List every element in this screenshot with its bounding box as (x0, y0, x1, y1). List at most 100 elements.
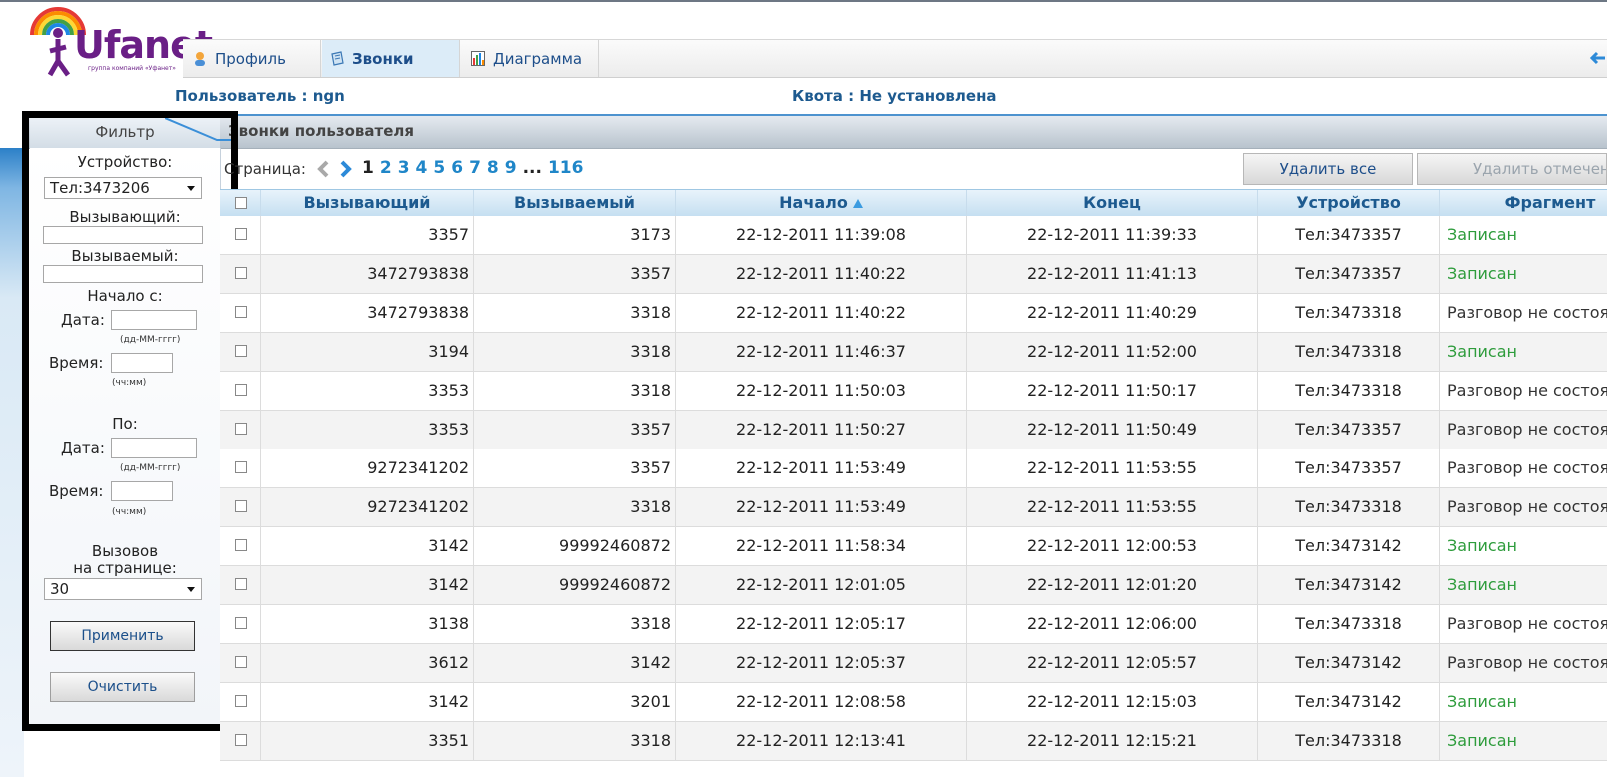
row-checkbox[interactable] (235, 383, 247, 396)
tab-calls-label: Звонки (352, 49, 414, 68)
cell-caller: 3472793838 (261, 293, 474, 332)
table-row[interactable]: 3142 99992460872 22-12-2011 12:01:05 22-12-… (220, 566, 1607, 606)
table-row[interactable]: 3194 3318 22-12-2011 11:46:37 22-12-2011 11… (220, 332, 1607, 372)
cell-fragment[interactable]: Записан (1440, 527, 1607, 565)
page-link[interactable]: 4 (416, 158, 428, 178)
row-checkbox[interactable] (235, 422, 247, 435)
cell-callee: 99992460872 (474, 566, 676, 605)
table-row[interactable]: 3142 3201 22-12-2011 12:08:58 22-12-2011 12… (220, 682, 1607, 722)
row-checkbox[interactable] (235, 305, 247, 318)
page-link[interactable]: 9 (505, 158, 517, 178)
page-link[interactable]: 7 (469, 158, 481, 178)
column-header-start[interactable]: Начало (676, 190, 967, 216)
cell-callee: 3318 (474, 371, 676, 410)
page-link[interactable]: 6 (451, 158, 463, 178)
cell-fragment[interactable]: Записан (1440, 722, 1607, 760)
next-page-icon[interactable] (339, 160, 353, 178)
cell-callee: 3173 (474, 216, 676, 254)
table-row[interactable]: 9272341202 3318 22-12-2011 11:53:49 22-12-2… (220, 488, 1607, 528)
cell-fragment: Разговор не состоялся (1447, 458, 1607, 478)
column-header-caller[interactable]: Вызывающий (261, 190, 474, 216)
cell-start: 22-12-2011 11:50:27 (676, 410, 967, 449)
tab-profile[interactable]: Профиль (183, 40, 321, 77)
table-row[interactable]: 3612 3142 22-12-2011 12:05:37 22-12-2011 12… (220, 643, 1607, 683)
table-row[interactable]: 3472793838 3357 22-12-2011 11:40:22 22-12-2… (220, 254, 1607, 294)
cell-fragment[interactable]: Записан (1440, 255, 1607, 293)
page-link[interactable]: 2 (380, 158, 392, 178)
table-row[interactable]: 3138 3318 22-12-2011 12:05:17 22-12-2011 12… (220, 605, 1607, 644)
prev-page-icon[interactable] (316, 160, 330, 178)
cell-fragment[interactable]: Записан (1440, 566, 1607, 604)
cell-fragment[interactable]: Записан (1440, 683, 1607, 721)
column-header-end[interactable]: Конец (967, 190, 1258, 216)
tab-diagram[interactable]: Диаграмма (461, 40, 599, 77)
table-row[interactable]: 3351 3318 22-12-2011 12:13:41 22-12-2011 12… (220, 721, 1607, 761)
cell-select (220, 254, 261, 293)
page-link[interactable]: 3 (398, 158, 410, 178)
cell-end: 22-12-2011 11:50:49 (967, 410, 1258, 449)
highlight-frame (22, 111, 238, 731)
cell-end: 22-12-2011 11:39:33 (967, 216, 1258, 254)
cell-end: 22-12-2011 12:00:53 (967, 527, 1258, 566)
cell-callee: 3142 (474, 643, 676, 682)
cell-caller: 3353 (261, 410, 474, 449)
table-row[interactable]: 3472793838 3318 22-12-2011 11:40:22 22-12-2… (220, 293, 1607, 333)
tab-calls[interactable]: Звонки (322, 40, 460, 77)
row-checkbox[interactable] (235, 228, 247, 240)
cell-callee: 3318 (474, 332, 676, 371)
page-link[interactable]: 5 (433, 158, 445, 178)
cell-select (220, 566, 261, 605)
ufanet-logo[interactable]: Ufanet группа компаний «Уфанет» (26, 3, 213, 81)
chart-icon (471, 51, 485, 66)
cell-callee: 3357 (474, 449, 676, 488)
header-select-all[interactable] (220, 190, 261, 216)
cell-caller: 9272341202 (261, 488, 474, 527)
cell-fragment[interactable]: Записан (1440, 333, 1607, 371)
cell-device: Тел:3473142 (1258, 682, 1440, 721)
cell-caller: 3142 (261, 566, 474, 605)
row-checkbox[interactable] (235, 461, 247, 474)
cell-select (220, 216, 261, 254)
row-checkbox[interactable] (235, 344, 247, 357)
row-checkbox[interactable] (235, 578, 247, 591)
cell-fragment[interactable]: Записан (1440, 216, 1607, 254)
row-checkbox[interactable] (235, 266, 247, 279)
row-checkbox[interactable] (235, 617, 247, 629)
user-info: Пользователь : ngn (175, 87, 345, 105)
cell-callee: 3318 (474, 488, 676, 527)
row-checkbox[interactable] (235, 539, 247, 552)
cell-start: 22-12-2011 12:08:58 (676, 682, 967, 721)
table-row[interactable]: 9272341202 3357 22-12-2011 11:53:49 22-12-2… (220, 449, 1607, 489)
cell-select (220, 682, 261, 721)
row-checkbox[interactable] (235, 655, 247, 668)
column-header-callee[interactable]: Вызываемый (474, 190, 676, 216)
page-link[interactable]: 8 (487, 158, 499, 178)
column-header-start-label: Начало (779, 193, 848, 212)
cell-device: Тел:3473357 (1258, 216, 1440, 254)
table-row[interactable]: 3357 3173 22-12-2011 11:39:08 22-12-2011 11… (220, 216, 1607, 255)
delete-selected-button[interactable]: Удалить отмеченные (1417, 153, 1607, 185)
calls-icon (331, 51, 344, 66)
page-link-last[interactable]: 116 (548, 158, 584, 178)
cell-callee: 3357 (474, 254, 676, 293)
cell-start: 22-12-2011 12:01:05 (676, 566, 967, 605)
row-checkbox[interactable] (235, 733, 247, 746)
cell-start: 22-12-2011 11:53:49 (676, 449, 967, 488)
table-row[interactable]: 3353 3318 22-12-2011 11:50:03 22-12-2011 11… (220, 371, 1607, 411)
select-all-checkbox[interactable] (235, 197, 247, 209)
cell-device: Тел:3473318 (1258, 332, 1440, 371)
cell-start: 22-12-2011 11:58:34 (676, 527, 967, 566)
row-checkbox[interactable] (235, 500, 247, 513)
table-row[interactable]: 3142 99992460872 22-12-2011 11:58:34 22-12-… (220, 527, 1607, 567)
column-header-device[interactable]: Устройство (1258, 190, 1440, 216)
pager-label: Страница: (224, 160, 306, 178)
cell-caller: 3351 (261, 721, 474, 760)
delete-all-button[interactable]: Удалить все (1243, 153, 1413, 185)
cell-fragment: Разговор не состоялся (1447, 497, 1607, 517)
cell-callee: 3357 (474, 410, 676, 449)
column-header-fragment[interactable]: Фрагмент (1440, 190, 1607, 216)
row-checkbox[interactable] (235, 694, 247, 707)
table-row[interactable]: 3353 3357 22-12-2011 11:50:27 22-12-2011 11… (220, 410, 1607, 450)
cell-device: Тел:3473142 (1258, 527, 1440, 566)
back-arrow-icon[interactable] (1587, 48, 1607, 68)
